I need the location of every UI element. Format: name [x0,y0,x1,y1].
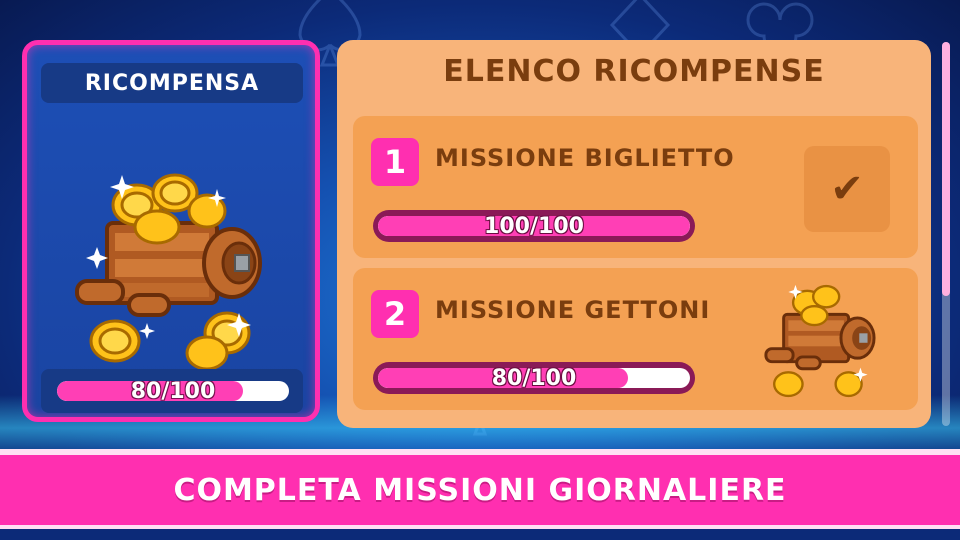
mission-number-badge: 1 [371,138,419,186]
mission-item[interactable]: 2 MISSIONE GETTONI 80/100 [353,268,918,410]
mission-progress-bar: 100/100 [373,210,695,242]
coin-cart-icon [764,284,876,398]
reward-list-card: ELENCO RICOMPENSE 1 MISSIONE BIGLIETTO 1… [337,40,931,428]
mission-progress-text: 80/100 [491,365,577,391]
scrollbar-thumb[interactable] [942,42,950,296]
reward-progress-box: 80/100 [41,369,303,413]
mission-name: MISSIONE BIGLIETTO [435,144,735,172]
bottom-banner: COMPLETA MISSIONI GIORNALIERE [0,449,960,529]
mission-name: MISSIONE GETTONI [435,296,711,324]
mission-item[interactable]: 1 MISSIONE BIGLIETTO 100/100 ✔ [353,116,918,258]
coin-cart-icon [75,173,262,371]
reward-list-title: ELENCO RICOMPENSE [443,54,825,89]
reward-title-box: RICOMPENSA [41,63,303,103]
checkmark-icon: ✔ [830,166,864,212]
reward-list-scrollbar[interactable] [942,42,950,426]
banner-text: COMPLETA MISSIONI GIORNALIERE [173,472,787,508]
bottom-strip [0,529,960,540]
reward-progress-text: 80/100 [130,381,216,401]
mission-complete-check-button[interactable]: ✔ [804,146,890,232]
mission-progress-text: 100/100 [484,213,584,239]
reward-card[interactable]: RICOMPENSA 80/100 [22,40,320,422]
mission-number-badge: 2 [371,290,419,338]
reward-title: RICOMPENSA [84,70,260,96]
reward-progress-bar: 80/100 [57,381,289,401]
mission-progress-bar: 80/100 [373,362,695,394]
